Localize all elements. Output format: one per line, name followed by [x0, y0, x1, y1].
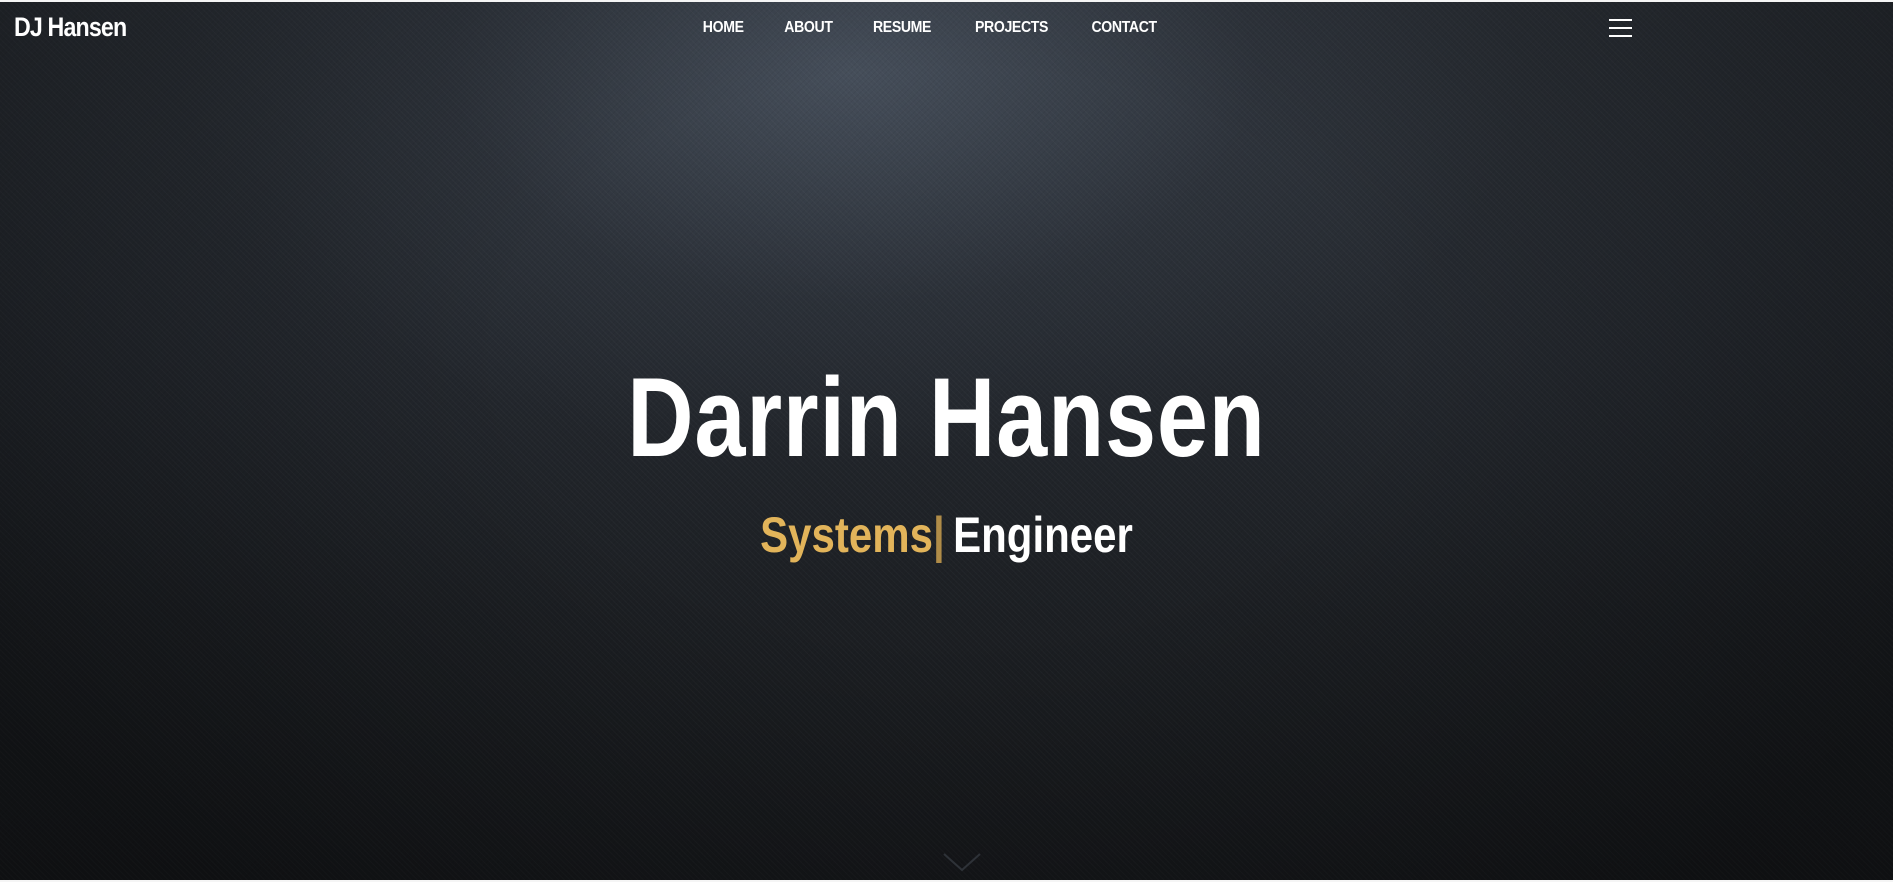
nav-about[interactable]: ABOUT — [769, 19, 847, 37]
nav-projects[interactable]: PROJECTS — [960, 19, 1063, 37]
nav-contact[interactable]: CONTACT — [1076, 19, 1171, 37]
hero-title: Darrin Hansen — [627, 355, 1266, 480]
subtitle-role: Engineer — [953, 507, 1133, 563]
top-edge — [0, 0, 1893, 2]
nav-resume[interactable]: RESUME — [858, 19, 946, 37]
hamburger-menu-icon[interactable] — [1609, 19, 1632, 39]
nav-home[interactable]: HOME — [688, 19, 759, 37]
typed-text: Systems — [760, 507, 933, 563]
typing-cursor: | — [932, 507, 945, 563]
hero-subtitle: Systems| Engineer — [151, 505, 1741, 565]
chevron-down-icon[interactable] — [942, 852, 982, 874]
